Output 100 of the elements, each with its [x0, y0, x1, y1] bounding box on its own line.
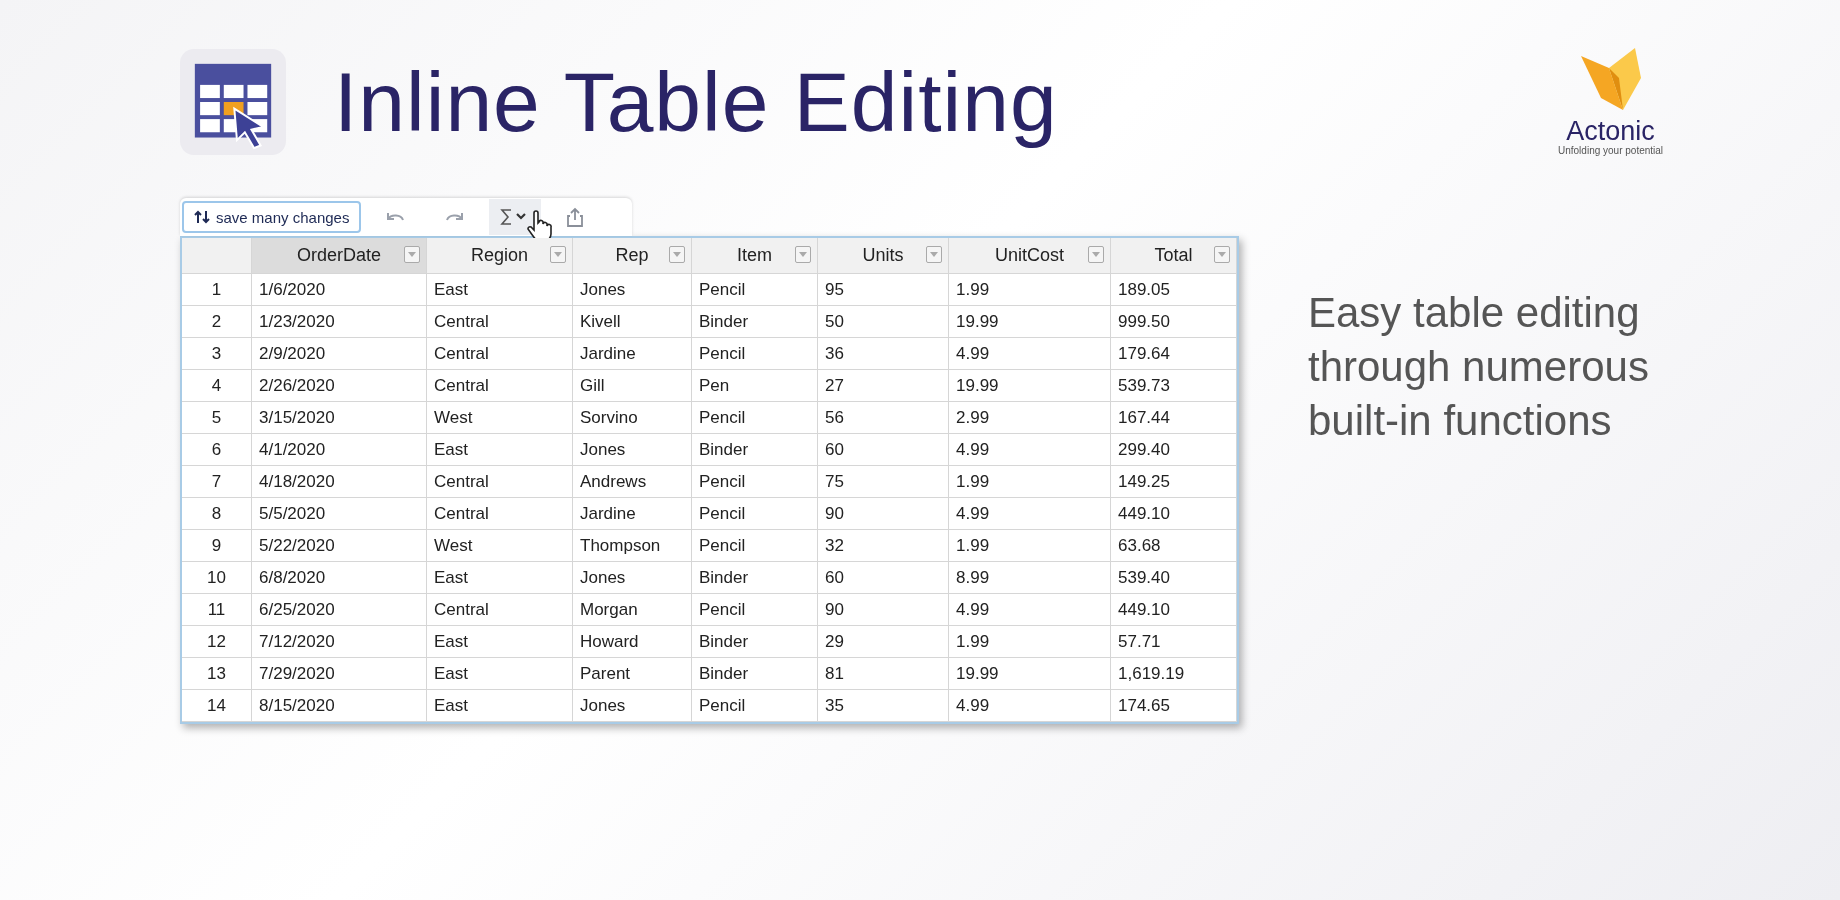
filter-dropdown-icon[interactable]: [404, 246, 420, 263]
table-cell: 299.40: [1111, 434, 1237, 466]
table-cell: 60: [818, 562, 949, 594]
row-number: 13: [182, 658, 252, 690]
table-cell: 57.71: [1111, 626, 1237, 658]
table-cell: Pencil: [692, 274, 818, 306]
filter-dropdown-icon[interactable]: [669, 246, 685, 263]
table-cell: 1/6/2020: [252, 274, 427, 306]
row-number: 10: [182, 562, 252, 594]
table-cell: 8/15/2020: [252, 690, 427, 722]
column-label: OrderDate: [296, 245, 381, 266]
table-cell: 1.99: [949, 466, 1111, 498]
table-cell: 81: [818, 658, 949, 690]
table-cell: 32: [818, 530, 949, 562]
column-header[interactable]: Rep: [573, 238, 692, 274]
table-cell: 167.44: [1111, 402, 1237, 434]
table-cell: 1,619.19: [1111, 658, 1237, 690]
table-cell: 75: [818, 466, 949, 498]
table-cell: 19.99: [949, 658, 1111, 690]
table-cell: 8.99: [949, 562, 1111, 594]
table-cell: Binder: [692, 626, 818, 658]
table-cell: Binder: [692, 658, 818, 690]
table-cell: 60: [818, 434, 949, 466]
table-cell: 1.99: [949, 626, 1111, 658]
table-cursor-icon: [180, 49, 286, 155]
table-cell: East: [427, 690, 573, 722]
table-cell: 7/29/2020: [252, 658, 427, 690]
table-cell: Pencil: [692, 594, 818, 626]
table-cell: Central: [427, 594, 573, 626]
column-header[interactable]: Item: [692, 238, 818, 274]
row-number: 4: [182, 370, 252, 402]
column-label: Item: [737, 245, 772, 266]
save-changes-button[interactable]: save many changes: [182, 201, 362, 233]
table-cell: 95: [818, 274, 949, 306]
table-cell: Central: [427, 338, 573, 370]
table-cell: Pencil: [692, 690, 818, 722]
column-header[interactable]: Region: [427, 238, 573, 274]
table-cell: Sorvino: [573, 402, 692, 434]
row-number: 5: [182, 402, 252, 434]
table-cell: West: [427, 530, 573, 562]
column-header[interactable]: UnitCost: [949, 238, 1111, 274]
table-cell: 2/9/2020: [252, 338, 427, 370]
filter-dropdown-icon[interactable]: [795, 246, 811, 263]
row-number: 3: [182, 338, 252, 370]
table-cell: Pencil: [692, 530, 818, 562]
table-cell: East: [427, 274, 573, 306]
table-cell: Pencil: [692, 402, 818, 434]
table-cell: 4/18/2020: [252, 466, 427, 498]
table-cell: 189.05: [1111, 274, 1237, 306]
table-cell: 3/15/2020: [252, 402, 427, 434]
column-header[interactable]: Total: [1111, 238, 1237, 274]
filter-dropdown-icon[interactable]: [1088, 246, 1104, 263]
feature-text: built-in functions: [1308, 395, 1613, 446]
table-cell: 174.65: [1111, 690, 1237, 722]
page-title: Inline Table Editing: [334, 53, 1058, 151]
table-cell: East: [427, 434, 573, 466]
row-number: 1: [182, 274, 252, 306]
table-cell: Andrews: [573, 466, 692, 498]
table-cell: 4.99: [949, 434, 1111, 466]
filter-dropdown-icon[interactable]: [926, 246, 942, 263]
table-cell: 999.50: [1111, 306, 1237, 338]
filter-dropdown-icon[interactable]: [550, 246, 566, 263]
table-cell: 19.99: [949, 370, 1111, 402]
table-cell: 179.64: [1111, 338, 1237, 370]
table-cell: 539.73: [1111, 370, 1237, 402]
table-cell: East: [427, 658, 573, 690]
table-cell: 90: [818, 594, 949, 626]
table-cell: East: [427, 626, 573, 658]
table-cell: Jones: [573, 690, 692, 722]
table-cell: 29: [818, 626, 949, 658]
table-cell: Pencil: [692, 338, 818, 370]
row-number: 8: [182, 498, 252, 530]
sort-arrows-icon: [194, 209, 210, 225]
share-icon: [566, 207, 585, 227]
column-label: Region: [470, 245, 528, 266]
filter-dropdown-icon[interactable]: [1214, 246, 1230, 263]
table-cell: Jones: [573, 434, 692, 466]
table-cell: Central: [427, 370, 573, 402]
table-cell: 19.99: [949, 306, 1111, 338]
column-label: UnitCost: [995, 245, 1064, 266]
table-cell: 6/25/2020: [252, 594, 427, 626]
table-cell: Central: [427, 306, 573, 338]
row-number: 12: [182, 626, 252, 658]
table-cell: Kivell: [573, 306, 692, 338]
row-number: 6: [182, 434, 252, 466]
table-cell: 4.99: [949, 338, 1111, 370]
table-cell: 4.99: [949, 594, 1111, 626]
table-cell: 1/23/2020: [252, 306, 427, 338]
column-header[interactable]: OrderDate: [252, 238, 427, 274]
table-cell: Howard: [573, 626, 692, 658]
feature-text: through numerous: [1308, 341, 1650, 392]
table-cell: Binder: [692, 434, 818, 466]
table-cell: 5/5/2020: [252, 498, 427, 530]
table-cell: 27: [818, 370, 949, 402]
table-cell: Pencil: [692, 466, 818, 498]
row-number: 11: [182, 594, 252, 626]
table-cell: 5/22/2020: [252, 530, 427, 562]
column-label: Total: [1154, 245, 1193, 266]
table-cell: 35: [818, 690, 949, 722]
column-header[interactable]: Units: [818, 238, 949, 274]
